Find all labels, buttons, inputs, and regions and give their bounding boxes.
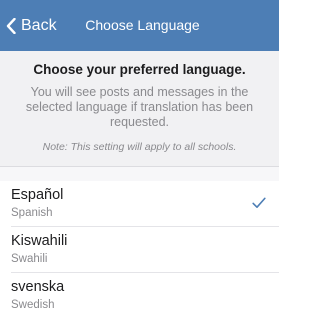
language-native-name: svenska — [11, 279, 65, 295]
checkmark-icon — [252, 197, 266, 209]
intro-description: You will see posts and messages in the s… — [25, 85, 254, 129]
language-native-name: Kiswahili — [11, 233, 68, 249]
language-english-name: Swahili — [11, 253, 48, 265]
navigation-bar: Back Choose Language — [0, 0, 279, 51]
page-title: Choose Language — [85, 17, 200, 33]
language-row-spanish[interactable]: Español Spanish — [0, 181, 279, 227]
intro-heading: Choose your preferred language. — [33, 62, 246, 77]
language-row-swedish[interactable]: svenska Swedish — [0, 273, 279, 319]
section-gap — [0, 167, 279, 181]
intro-panel: Choose your preferred language. You will… — [0, 51, 279, 166]
language-row-swahili[interactable]: Kiswahili Swahili — [0, 227, 279, 273]
intro-note: Note: This setting will apply to all sch… — [42, 141, 237, 153]
language-english-name: Spanish — [11, 207, 53, 219]
language-list: Español Spanish Kiswahili Swahili svensk… — [0, 181, 279, 319]
language-english-name: Swedish — [11, 299, 55, 311]
language-native-name: Español — [11, 187, 64, 203]
